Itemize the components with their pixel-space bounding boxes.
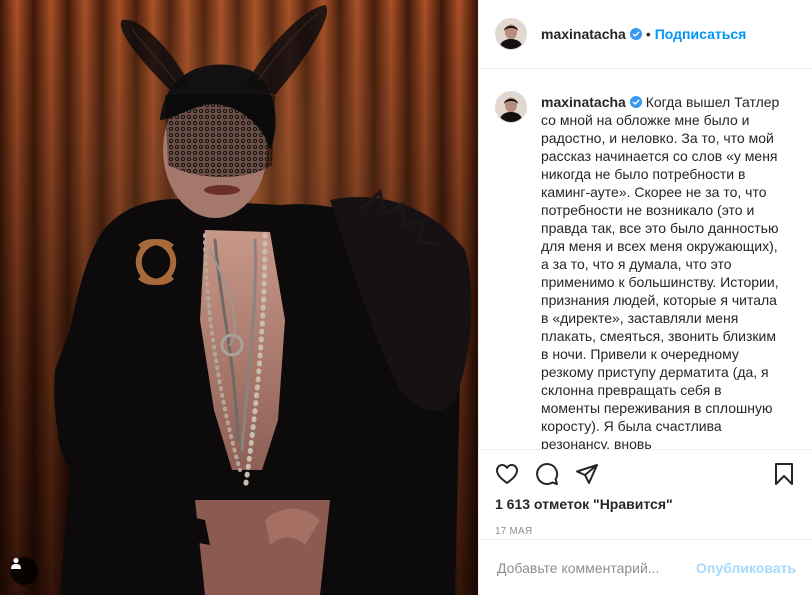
post-actions: 1 613 отметок "Нравится" 17 мая	[479, 449, 812, 537]
heart-icon[interactable]	[495, 462, 519, 486]
publish-button[interactable]: Опубликовать	[696, 560, 796, 576]
comments-area[interactable]: maxinatacha Когда вышел Татлер со мной н…	[479, 69, 812, 449]
tagged-users-button[interactable]	[10, 557, 38, 585]
paper-plane-icon[interactable]	[575, 462, 599, 486]
likes-count[interactable]: 1 613 отметок "Нравится"	[495, 496, 796, 512]
instagram-post-modal: maxinatacha • Подписаться maxinatacha Ко…	[0, 0, 812, 595]
avatar-image	[496, 19, 526, 49]
caption-row: maxinatacha Когда вышел Татлер со мной н…	[495, 87, 796, 449]
post-caption: maxinatacha Когда вышел Татлер со мной н…	[541, 93, 781, 449]
bookmark-icon[interactable]	[772, 462, 796, 486]
caption-text: Когда вышел Татлер со мной на обложке мн…	[541, 94, 780, 449]
verified-badge-icon	[629, 28, 642, 40]
post-side-panel: maxinatacha • Подписаться maxinatacha Ко…	[478, 0, 812, 595]
separator-dot: •	[645, 26, 651, 42]
comment-icon[interactable]	[535, 462, 559, 486]
comment-input[interactable]	[495, 558, 697, 577]
post-header: maxinatacha • Подписаться	[479, 0, 812, 69]
follow-button[interactable]: Подписаться	[655, 26, 747, 42]
action-icons-row	[495, 450, 796, 498]
header-username[interactable]: maxinatacha	[541, 26, 626, 42]
post-date[interactable]: 17 мая	[495, 526, 796, 537]
post-photo[interactable]	[0, 0, 478, 595]
avatar-image	[496, 92, 526, 122]
user-tag-icon	[11, 557, 21, 569]
verified-badge-icon	[629, 96, 642, 108]
add-comment-bar: Опубликовать	[479, 539, 812, 595]
avatar[interactable]	[495, 18, 527, 50]
photo-illustration	[0, 0, 478, 595]
caption-avatar[interactable]	[495, 91, 527, 123]
caption-username[interactable]: maxinatacha	[541, 94, 626, 110]
